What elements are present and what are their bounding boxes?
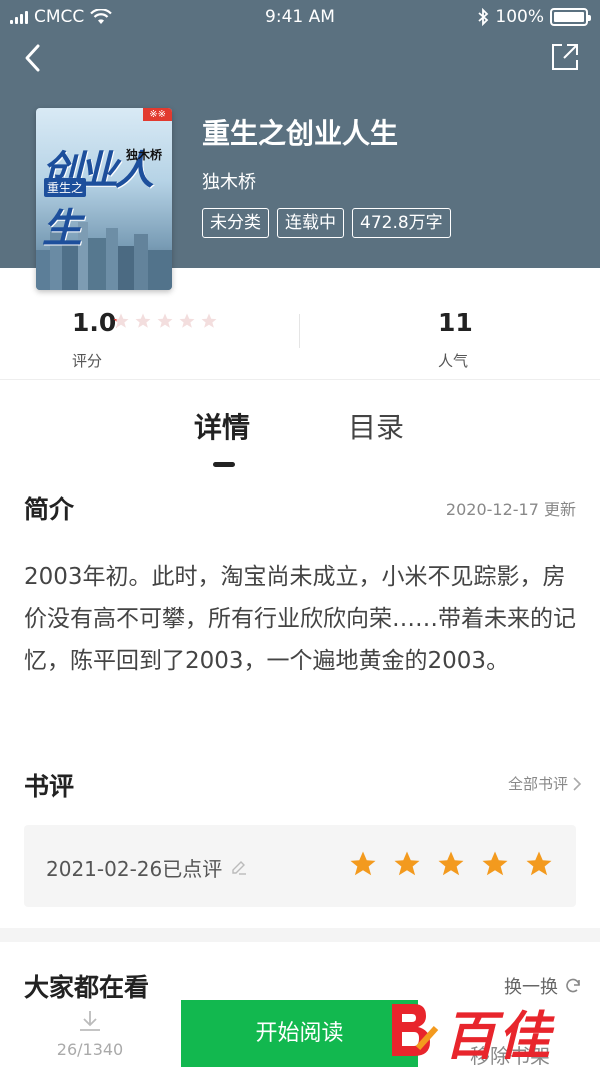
tab-catalog[interactable]: 目录 (348, 406, 404, 446)
download-progress: 26/1340 (56, 1040, 124, 1059)
tag-word-count: 472.8万字 (352, 208, 451, 238)
rating-value: 1.0 (72, 308, 117, 337)
rating-label: 评分 (72, 352, 103, 370)
star-icon (179, 313, 195, 328)
section-divider (0, 928, 600, 942)
watermark-text: 百佳 (444, 1007, 553, 1067)
star-icon (438, 851, 464, 876)
my-review-info: 2021-02-26已点评 (46, 853, 248, 882)
status-right: 100% (477, 7, 591, 27)
status-bar: CMCC 9:41 AM 100% (0, 0, 600, 34)
tab-indicator (213, 462, 235, 467)
star-icon (201, 313, 217, 328)
all-reviews-link[interactable]: 全部书评 (508, 773, 582, 794)
star-icon (394, 851, 420, 876)
star-icon (526, 851, 552, 876)
my-review-card[interactable]: 2021-02-26已点评 (24, 825, 576, 907)
tag-status: 连载中 (277, 208, 344, 238)
update-date: 2020-12-17 更新 (445, 500, 576, 519)
star-icon (157, 313, 173, 328)
battery-percent: 100% (495, 7, 544, 27)
book-stats: 1.0 评分 11 人气 (0, 288, 600, 380)
tab-details[interactable]: 详情 (194, 406, 250, 446)
detail-tabs: 详情 目录 (0, 400, 600, 480)
cover-author: 独木桥 (125, 148, 162, 162)
popularity-value: 11 (438, 308, 473, 337)
cover-subtitle: 重生之 (44, 178, 87, 197)
cover-badge: ※※ (143, 108, 172, 121)
download-icon (80, 1011, 100, 1031)
all-reviews-label: 全部书评 (507, 775, 568, 793)
download-button[interactable]: 26/1340 (50, 1008, 130, 1059)
reviews-title: 书评 (24, 772, 75, 801)
others-title: 大家都在看 (24, 973, 150, 1002)
stats-divider (299, 314, 300, 348)
tag-category: 未分类 (202, 208, 269, 238)
popularity-label: 人气 (438, 352, 469, 370)
start-reading-button[interactable]: 开始阅读 (181, 1000, 418, 1067)
bluetooth-icon (478, 8, 489, 26)
book-tags: 未分类 连载中 472.8万字 (202, 208, 451, 238)
chevron-left-icon (25, 44, 40, 72)
book-cover[interactable]: ※※ 创业人生 重生之 独木桥 (36, 108, 172, 290)
pencil-icon (232, 860, 247, 875)
back-button[interactable] (18, 40, 50, 76)
star-icon (135, 313, 151, 328)
book-title: 重生之创业人生 (202, 117, 399, 150)
star-icon (350, 851, 376, 876)
chevron-right-icon (573, 776, 582, 791)
intro-text: 2003年初。此时，淘宝尚未成立，小米不见踪影，房价没有高不可攀，所有行业欣欣向… (24, 564, 576, 674)
book-author: 独木桥 (202, 172, 256, 193)
star-icon (113, 313, 129, 328)
star-icon (482, 851, 508, 876)
intro-title: 简介 (24, 495, 75, 524)
battery-icon (550, 8, 591, 26)
refresh-icon (566, 978, 580, 993)
rating-stars (112, 312, 218, 330)
share-button[interactable] (550, 42, 580, 72)
share-icon (552, 44, 578, 70)
watermark-mark-icon (392, 1004, 439, 1056)
watermark-logo: 百佳 (388, 994, 578, 1067)
my-review-stars (348, 849, 554, 879)
my-review-date: 2021-02-26已点评 (46, 857, 223, 881)
